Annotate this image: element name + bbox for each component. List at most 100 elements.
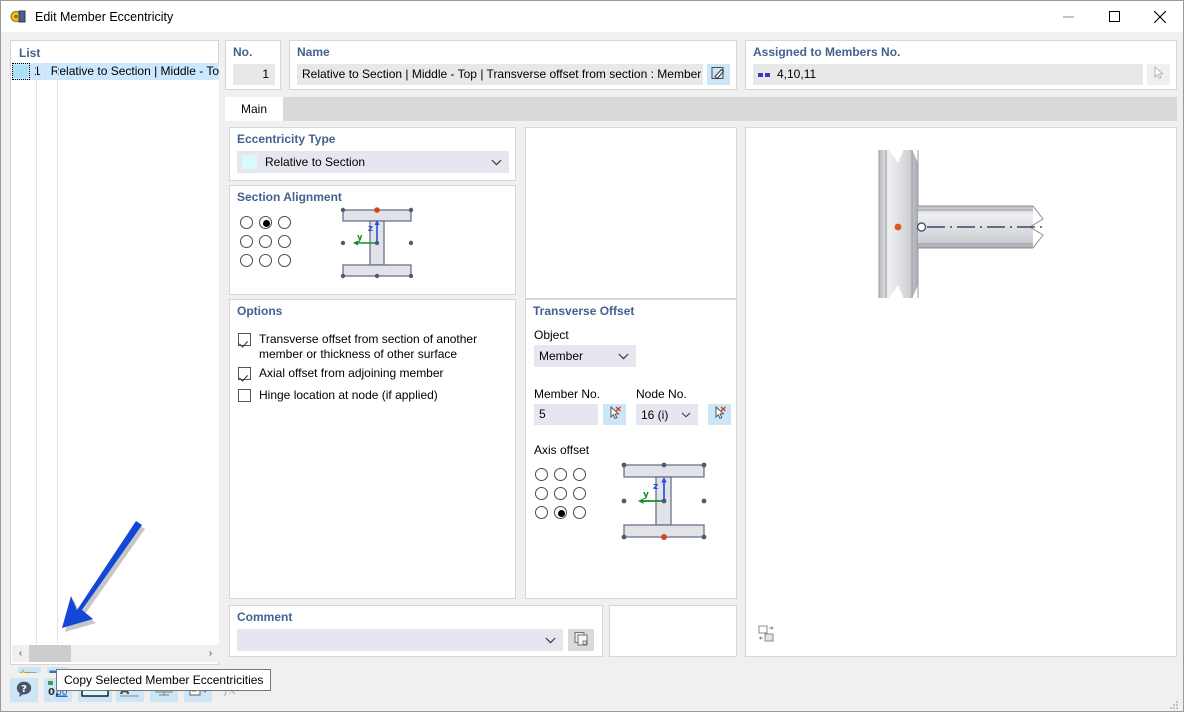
- name-input[interactable]: Relative to Section | Middle - Top | Tra…: [297, 64, 703, 85]
- axis-offset-radio-grid[interactable]: [533, 466, 590, 523]
- name-field-group: Name Relative to Section | Middle - Top …: [289, 40, 737, 90]
- edit-pencil-icon: [711, 66, 726, 84]
- options-group: Options Transverse offset from section o…: [229, 299, 516, 599]
- svg-text:z: z: [653, 482, 658, 492]
- scroll-left-arrow-icon[interactable]: ‹: [12, 645, 29, 662]
- section-alignment-radio-6[interactable]: [240, 254, 253, 267]
- no-field-group: No. 1: [225, 40, 281, 90]
- resize-grip-icon[interactable]: [1169, 699, 1179, 709]
- axis-offset-radio-5[interactable]: [573, 487, 586, 500]
- chevron-down-icon: [545, 629, 556, 651]
- help-info-button[interactable]: ?: [10, 678, 38, 702]
- list-header-label: List: [19, 46, 41, 60]
- list-item[interactable]: 1 Relative to Section | Middle - To: [12, 63, 219, 80]
- member-no-input[interactable]: 5: [534, 404, 598, 425]
- axis-offset-radio-4[interactable]: [554, 487, 567, 500]
- checkbox-hinge-location[interactable]: [238, 389, 251, 402]
- node-no-pick-button[interactable]: [708, 404, 731, 425]
- comment-select[interactable]: [237, 629, 563, 651]
- section-alignment-radio-5[interactable]: [278, 235, 291, 248]
- row-color-cell[interactable]: [12, 63, 30, 80]
- assigned-members-group: Assigned to Members No. 4,10,11: [745, 40, 1177, 90]
- middle-blank-panel: [525, 127, 737, 299]
- object-label: Object: [534, 328, 569, 342]
- tab-strip: Main: [225, 97, 1177, 121]
- axis-offset-radio-1[interactable]: [554, 468, 567, 481]
- name-label: Name: [297, 45, 330, 59]
- option-transverse-offset[interactable]: Transverse offset from section of anothe…: [238, 332, 510, 362]
- axis-offset-radio-7[interactable]: [554, 506, 567, 519]
- axis-offset-radio-8[interactable]: [573, 506, 586, 519]
- option-transverse-offset-label: Transverse offset from section of anothe…: [259, 332, 478, 361]
- name-edit-button[interactable]: [707, 64, 730, 85]
- section-alignment-radio-8[interactable]: [278, 254, 291, 267]
- transverse-offset-group: Transverse Offset Object Member Member N…: [525, 299, 737, 599]
- tooltip: Copy Selected Member Eccentricities: [56, 669, 272, 691]
- svg-text:y: y: [357, 233, 363, 243]
- pick-cursor-icon: [1152, 65, 1166, 83]
- eccentricity-type-title: Eccentricity Type: [237, 132, 336, 146]
- render-mode-button[interactable]: [756, 624, 778, 646]
- assigned-members-input[interactable]: 4,10,11: [753, 64, 1143, 85]
- section-alignment-radio-7[interactable]: [259, 254, 272, 267]
- svg-text:z: z: [368, 224, 373, 234]
- eccentricity-type-value: Relative to Section: [265, 155, 366, 169]
- scroll-right-arrow-icon[interactable]: ›: [202, 645, 219, 662]
- pick-cursor-icon: [608, 405, 622, 423]
- section-alignment-radio-4[interactable]: [259, 235, 272, 248]
- list-item-name: Relative to Section | Middle - To: [50, 64, 219, 78]
- no-label: No.: [233, 45, 253, 59]
- checkbox-transverse-offset[interactable]: [238, 333, 251, 346]
- axis-offset-radio-2[interactable]: [573, 468, 586, 481]
- section-alignment-radio-2[interactable]: [278, 216, 291, 229]
- color-swatch: [12, 65, 28, 78]
- eccentricity-preview-graphic: [878, 140, 1044, 308]
- assigned-pick-button[interactable]: [1147, 64, 1170, 85]
- option-hinge-location[interactable]: Hinge location at node (if applied): [238, 388, 510, 403]
- eccentricity-list-grid[interactable]: 1 Relative to Section | Middle - To: [12, 63, 219, 644]
- question-bubble-icon: ?: [15, 680, 33, 701]
- maximize-button[interactable]: [1091, 1, 1137, 32]
- no-input[interactable]: 1: [233, 64, 275, 85]
- axis-offset-radio-3[interactable]: [535, 487, 548, 500]
- pick-cursor-icon: [713, 405, 727, 423]
- option-axial-offset-label: Axial offset from adjoining member: [259, 366, 444, 380]
- object-select[interactable]: Member: [534, 345, 636, 367]
- axis-offset-radio-0[interactable]: [535, 468, 548, 481]
- axis-offset-radio-6[interactable]: [535, 506, 548, 519]
- i-beam-section-bottom-middle-icon: z y: [604, 455, 724, 558]
- assigned-label: Assigned to Members No.: [753, 45, 901, 59]
- tooltip-text: Copy Selected Member Eccentricities: [64, 673, 264, 687]
- comment-blank-panel: [609, 605, 737, 657]
- chevron-down-icon: [681, 404, 691, 425]
- list-item-no: 1: [30, 63, 46, 80]
- edit-member-eccentricity-dialog: Edit Member Eccentricity List 1 Relative…: [0, 0, 1184, 712]
- list-horizontal-scrollbar[interactable]: ‹ ›: [12, 645, 219, 662]
- node-no-select[interactable]: 16 (i): [636, 404, 698, 425]
- option-axial-offset[interactable]: Axial offset from adjoining member: [238, 366, 510, 381]
- list-panel: List 1 Relative to Section | Middle - To…: [10, 40, 219, 689]
- option-hinge-location-label: Hinge location at node (if applied): [259, 388, 438, 402]
- tab-main[interactable]: Main: [225, 97, 284, 121]
- section-alignment-radio-1[interactable]: [259, 216, 272, 229]
- minimize-button[interactable]: [1045, 1, 1091, 32]
- scroll-thumb[interactable]: [29, 645, 71, 662]
- member-swatch-icon: [758, 64, 771, 85]
- eccentricity-type-select[interactable]: Relative to Section: [237, 151, 509, 173]
- section-alignment-radio-grid[interactable]: [238, 214, 295, 271]
- checkbox-axial-offset[interactable]: [238, 367, 251, 380]
- eccentricity-type-group: Eccentricity Type Relative to Section: [229, 127, 516, 181]
- close-button[interactable]: [1137, 1, 1183, 32]
- chevron-down-icon: [491, 151, 502, 173]
- section-alignment-radio-3[interactable]: [240, 235, 253, 248]
- comment-copy-button[interactable]: [568, 629, 594, 651]
- preview-panel[interactable]: [745, 127, 1177, 657]
- eccentricity-type-swatch: [242, 155, 257, 169]
- comment-group: Comment: [229, 605, 603, 657]
- member-no-pick-button[interactable]: [603, 404, 626, 425]
- section-alignment-radio-0[interactable]: [240, 216, 253, 229]
- node-no-value: 16 (i): [641, 407, 669, 422]
- scroll-track[interactable]: [29, 645, 202, 662]
- title-bar: Edit Member Eccentricity: [1, 1, 1183, 32]
- comment-title: Comment: [237, 610, 293, 624]
